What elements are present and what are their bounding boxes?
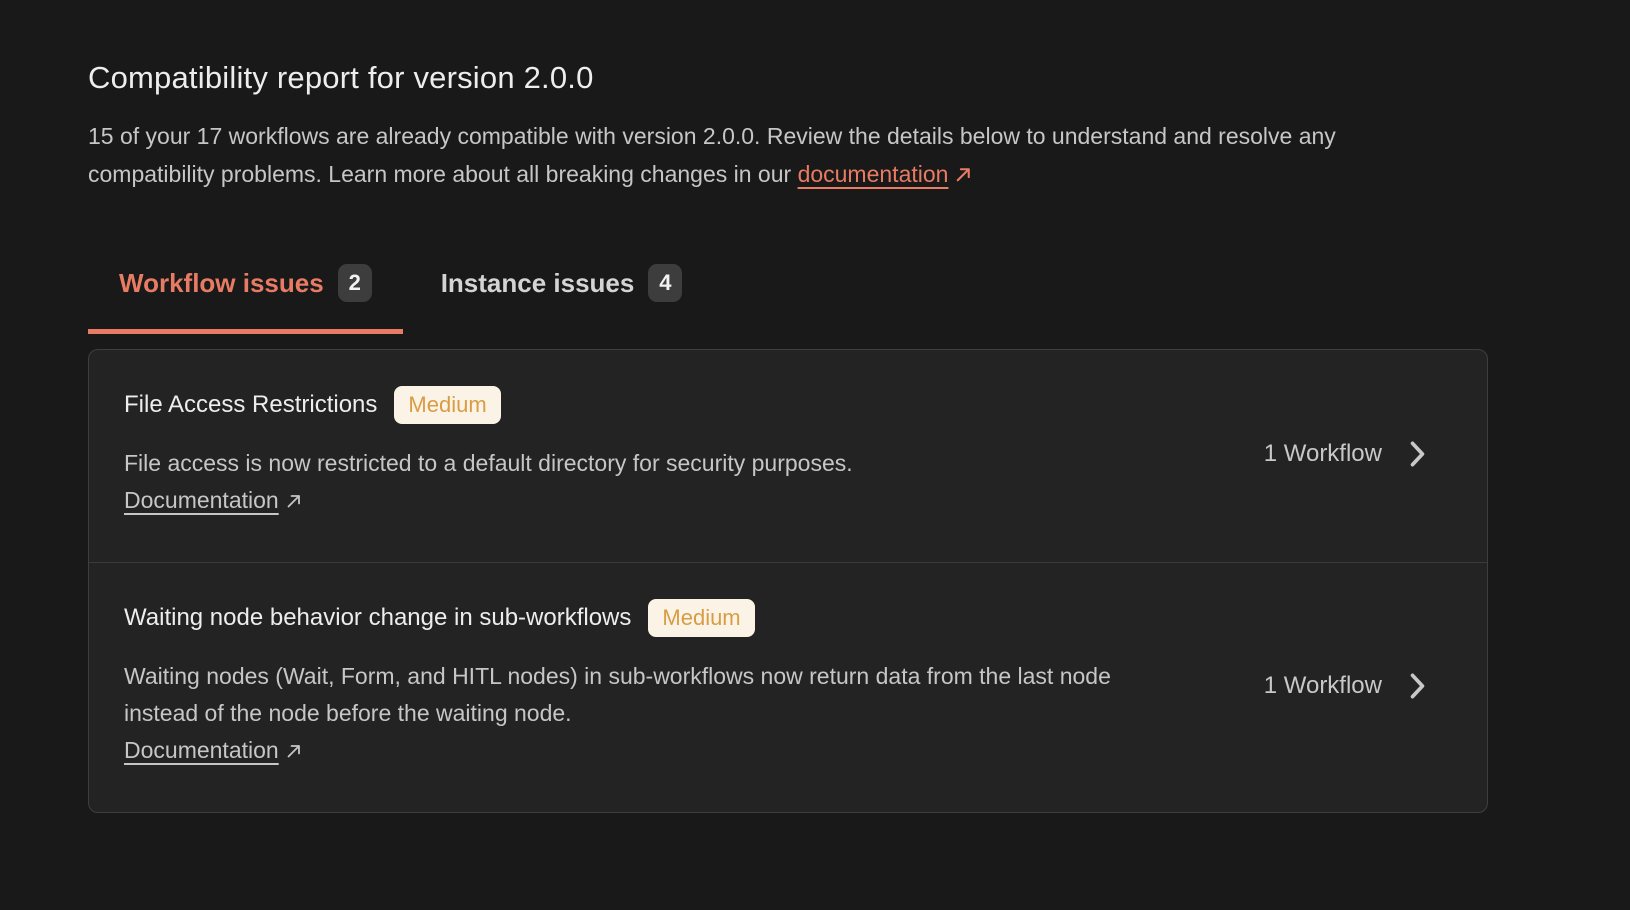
chevron-right-icon (1409, 439, 1426, 469)
workflow-count-link[interactable]: 1 Workflow (1264, 671, 1426, 701)
issue-description: File access is now restricted to a defau… (124, 445, 1114, 522)
compatibility-report-page: Compatibility report for version 2.0.0 1… (0, 0, 1630, 813)
issue-documentation-link[interactable]: Documentation (124, 487, 279, 513)
tab-instance-issues-label: Instance issues (441, 268, 635, 299)
tab-workflow-issues-label: Workflow issues (119, 268, 324, 299)
chevron-right-icon (1409, 671, 1426, 701)
external-link-arrow-icon (284, 735, 304, 772)
external-link-arrow-icon (953, 159, 974, 197)
workflow-issues-card: File Access Restrictions Medium File acc… (88, 349, 1488, 813)
tab-instance-issues[interactable]: Instance issues 4 (410, 264, 714, 334)
severity-badge: Medium (648, 599, 754, 637)
tab-workflow-issues-count-badge: 2 (338, 264, 372, 302)
issue-documentation-link[interactable]: Documentation (124, 737, 279, 763)
workflow-count-label: 1 Workflow (1264, 672, 1382, 700)
documentation-link[interactable]: documentation (798, 161, 949, 187)
issue-row-file-access-restrictions[interactable]: File Access Restrictions Medium File acc… (89, 350, 1487, 562)
issue-content: File Access Restrictions Medium File acc… (124, 386, 1114, 522)
tab-workflow-issues[interactable]: Workflow issues 2 (88, 264, 403, 334)
issues-tab-bar: Workflow issues 2 Instance issues 4 (88, 264, 1630, 334)
tab-instance-issues-count-badge: 4 (648, 264, 682, 302)
issue-description: Waiting nodes (Wait, Form, and HITL node… (124, 658, 1114, 772)
issue-content: Waiting node behavior change in sub-work… (124, 599, 1114, 772)
issue-title: Waiting node behavior change in sub-work… (124, 604, 631, 632)
severity-badge: Medium (394, 386, 500, 424)
intro-paragraph: 15 of your 17 workflows are already comp… (88, 118, 1458, 196)
external-link-arrow-icon (284, 485, 304, 522)
issue-row-waiting-node-behavior[interactable]: Waiting node behavior change in sub-work… (89, 562, 1487, 812)
intro-text: 15 of your 17 workflows are already comp… (88, 123, 1336, 187)
page-title: Compatibility report for version 2.0.0 (88, 60, 1630, 96)
workflow-count-link[interactable]: 1 Workflow (1264, 439, 1426, 469)
issue-title: File Access Restrictions (124, 391, 377, 419)
workflow-count-label: 1 Workflow (1264, 440, 1382, 468)
